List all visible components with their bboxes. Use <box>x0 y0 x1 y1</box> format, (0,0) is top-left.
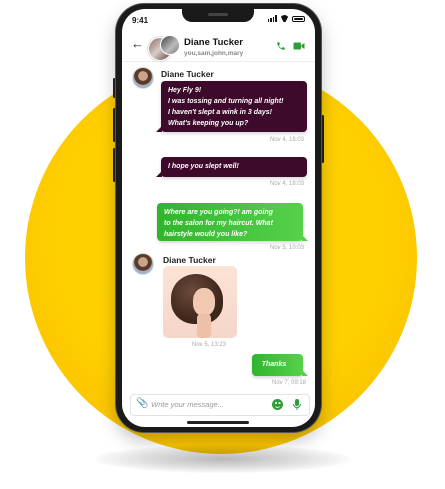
message-line: I haven't slept a wink in 3 days! <box>168 109 272 116</box>
message-timestamp: Nov 5, 10:03 <box>270 245 305 251</box>
wifi-icon <box>280 15 289 22</box>
message-line: I was tossing and turning all night! <box>168 98 284 105</box>
message-line: Where are you going?! am going <box>164 209 273 216</box>
message-timestamp: Nov 4, 18:03 <box>270 137 305 143</box>
sender-name: Diane Tucker <box>163 255 216 265</box>
message-line: Hey Fly 9! <box>168 87 202 94</box>
speaker-grille <box>208 13 228 16</box>
message-bubble-outgoing[interactable]: Thanks <box>252 354 308 376</box>
status-time: 9:41 <box>132 16 149 25</box>
sender-name: Diane Tucker <box>161 69 214 79</box>
message-line: What's keeping you up? <box>168 120 249 127</box>
phone-screen: 9:41 ← Diane Tucker you,sam,john,mary Di… <box>122 9 315 427</box>
message-bubble-outgoing[interactable]: Where are you going?! am going to the sa… <box>157 203 308 241</box>
status-bar: 9:41 <box>122 9 315 31</box>
home-indicator <box>187 421 249 424</box>
message-timestamp: Nov 7, 09:18 <box>272 380 307 386</box>
status-icons <box>267 15 305 22</box>
message-bubble-incoming[interactable]: I hope you slept well! <box>156 157 307 177</box>
chat-title: Diane Tucker <box>184 37 243 48</box>
shared-photo[interactable] <box>163 266 237 338</box>
chat-header: ← Diane Tucker you,sam,john,mary <box>122 31 315 62</box>
message-composer: 📎 <box>130 394 310 416</box>
message-timestamp: Nov 4, 18:03 <box>270 181 305 187</box>
chat-members: you,sam,john,mary <box>184 50 244 57</box>
microphone-icon[interactable] <box>291 398 303 411</box>
group-avatar-secondary <box>160 35 180 55</box>
message-line: Thanks <box>261 361 287 368</box>
power-button <box>321 115 324 163</box>
paperclip-icon[interactable]: 📎 <box>136 398 148 410</box>
phone-icon[interactable] <box>276 41 286 51</box>
notch <box>182 9 254 22</box>
signal-icon <box>267 15 277 22</box>
avatar[interactable] <box>132 253 154 275</box>
arrow-left-icon[interactable]: ← <box>131 37 144 50</box>
video-camera-icon[interactable] <box>293 41 305 51</box>
photo-neck <box>197 314 211 338</box>
message-bubble-incoming[interactable]: Hey Fly 9! I was tossing and turning all… <box>156 81 307 132</box>
avatar[interactable] <box>132 67 154 89</box>
message-line: hairstyle would you like? <box>164 231 248 238</box>
photo-face <box>193 288 215 316</box>
message-line: I hope you slept well! <box>168 163 239 170</box>
message-timestamp: Nov 5, 13:23 <box>192 342 227 348</box>
message-line: to the salon for my haircut. What <box>164 220 273 227</box>
message-input[interactable] <box>151 398 261 411</box>
phone-shadow <box>95 445 350 473</box>
battery-icon <box>292 15 305 22</box>
smiley-icon[interactable] <box>272 399 283 410</box>
